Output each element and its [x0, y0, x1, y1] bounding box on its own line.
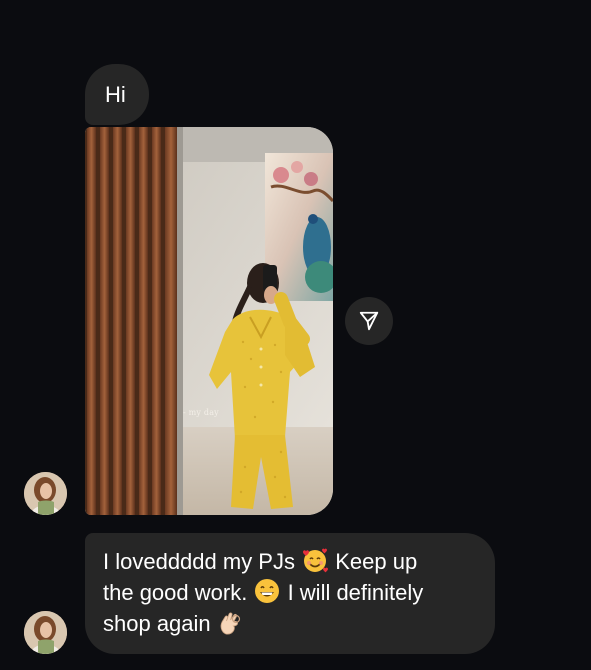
chat-thread: Hi - my day I loveddddd my PJs Keep up t… [0, 0, 591, 670]
message-bubble-hi[interactable]: Hi [85, 64, 149, 125]
message-text: Hi [105, 82, 126, 107]
share-button[interactable] [345, 297, 393, 345]
ok-hand-emoji [220, 612, 240, 635]
avatar-image [24, 472, 67, 515]
story-caption: - my day [183, 408, 219, 417]
sender-avatar[interactable] [24, 472, 67, 515]
grinning-face-emoji [255, 579, 280, 603]
smiling-face-with-hearts-emoji [303, 548, 329, 573]
message-line-2: the good work. I will definitely [103, 577, 481, 608]
message-line-1: I loveddddd my PJs Keep up [103, 546, 481, 577]
sender-avatar[interactable] [24, 611, 67, 654]
message-line-3: shop again [103, 608, 481, 639]
shared-story-photo[interactable]: - my day [85, 127, 333, 515]
story-photo-image [85, 127, 333, 515]
send-paper-plane-icon [359, 311, 379, 331]
avatar-image [24, 611, 67, 654]
message-bubble-review[interactable]: I loveddddd my PJs Keep up the good work… [85, 533, 495, 654]
